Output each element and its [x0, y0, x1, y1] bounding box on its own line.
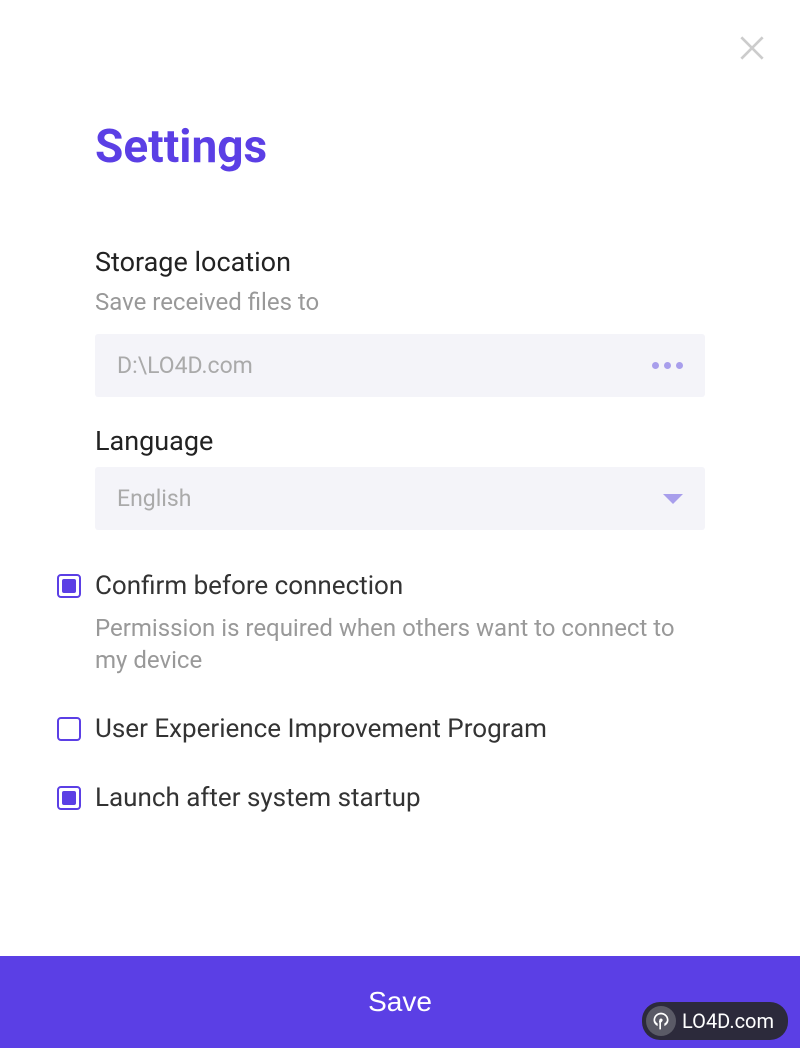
- language-label: Language: [95, 425, 705, 457]
- confirm-connection-content: Confirm before connection Permission is …: [95, 570, 705, 677]
- settings-panel: Settings Storage location Save received …: [0, 0, 800, 816]
- storage-location-value: D:\LO4D.com: [117, 352, 253, 379]
- watermark-icon: [646, 1006, 676, 1036]
- close-button[interactable]: [734, 30, 770, 66]
- uxip-content: User Experience Improvement Program: [95, 713, 705, 747]
- more-icon[interactable]: [652, 362, 683, 369]
- page-title: Settings: [95, 120, 705, 174]
- storage-location-label: Storage location: [95, 246, 705, 278]
- watermark: LO4D.com: [642, 1002, 788, 1040]
- close-icon: [736, 32, 768, 64]
- language-value: English: [117, 485, 191, 512]
- uxip-label: User Experience Improvement Program: [95, 713, 705, 747]
- storage-location-field[interactable]: D:\LO4D.com: [95, 334, 705, 397]
- confirm-connection-checkbox[interactable]: [57, 574, 81, 598]
- launch-startup-content: Launch after system startup: [95, 782, 705, 816]
- launch-startup-row: Launch after system startup: [57, 782, 705, 816]
- launch-startup-checkbox[interactable]: [57, 786, 81, 810]
- confirm-connection-row: Confirm before connection Permission is …: [57, 570, 705, 677]
- language-dropdown[interactable]: English: [95, 467, 705, 530]
- uxip-row: User Experience Improvement Program: [57, 713, 705, 747]
- storage-location-sublabel: Save received files to: [95, 288, 705, 316]
- chevron-down-icon: [663, 494, 683, 504]
- confirm-connection-label: Confirm before connection: [95, 570, 705, 604]
- uxip-checkbox[interactable]: [57, 717, 81, 741]
- confirm-connection-description: Permission is required when others want …: [95, 612, 705, 677]
- watermark-text: LO4D.com: [682, 1009, 774, 1033]
- launch-startup-label: Launch after system startup: [95, 782, 705, 816]
